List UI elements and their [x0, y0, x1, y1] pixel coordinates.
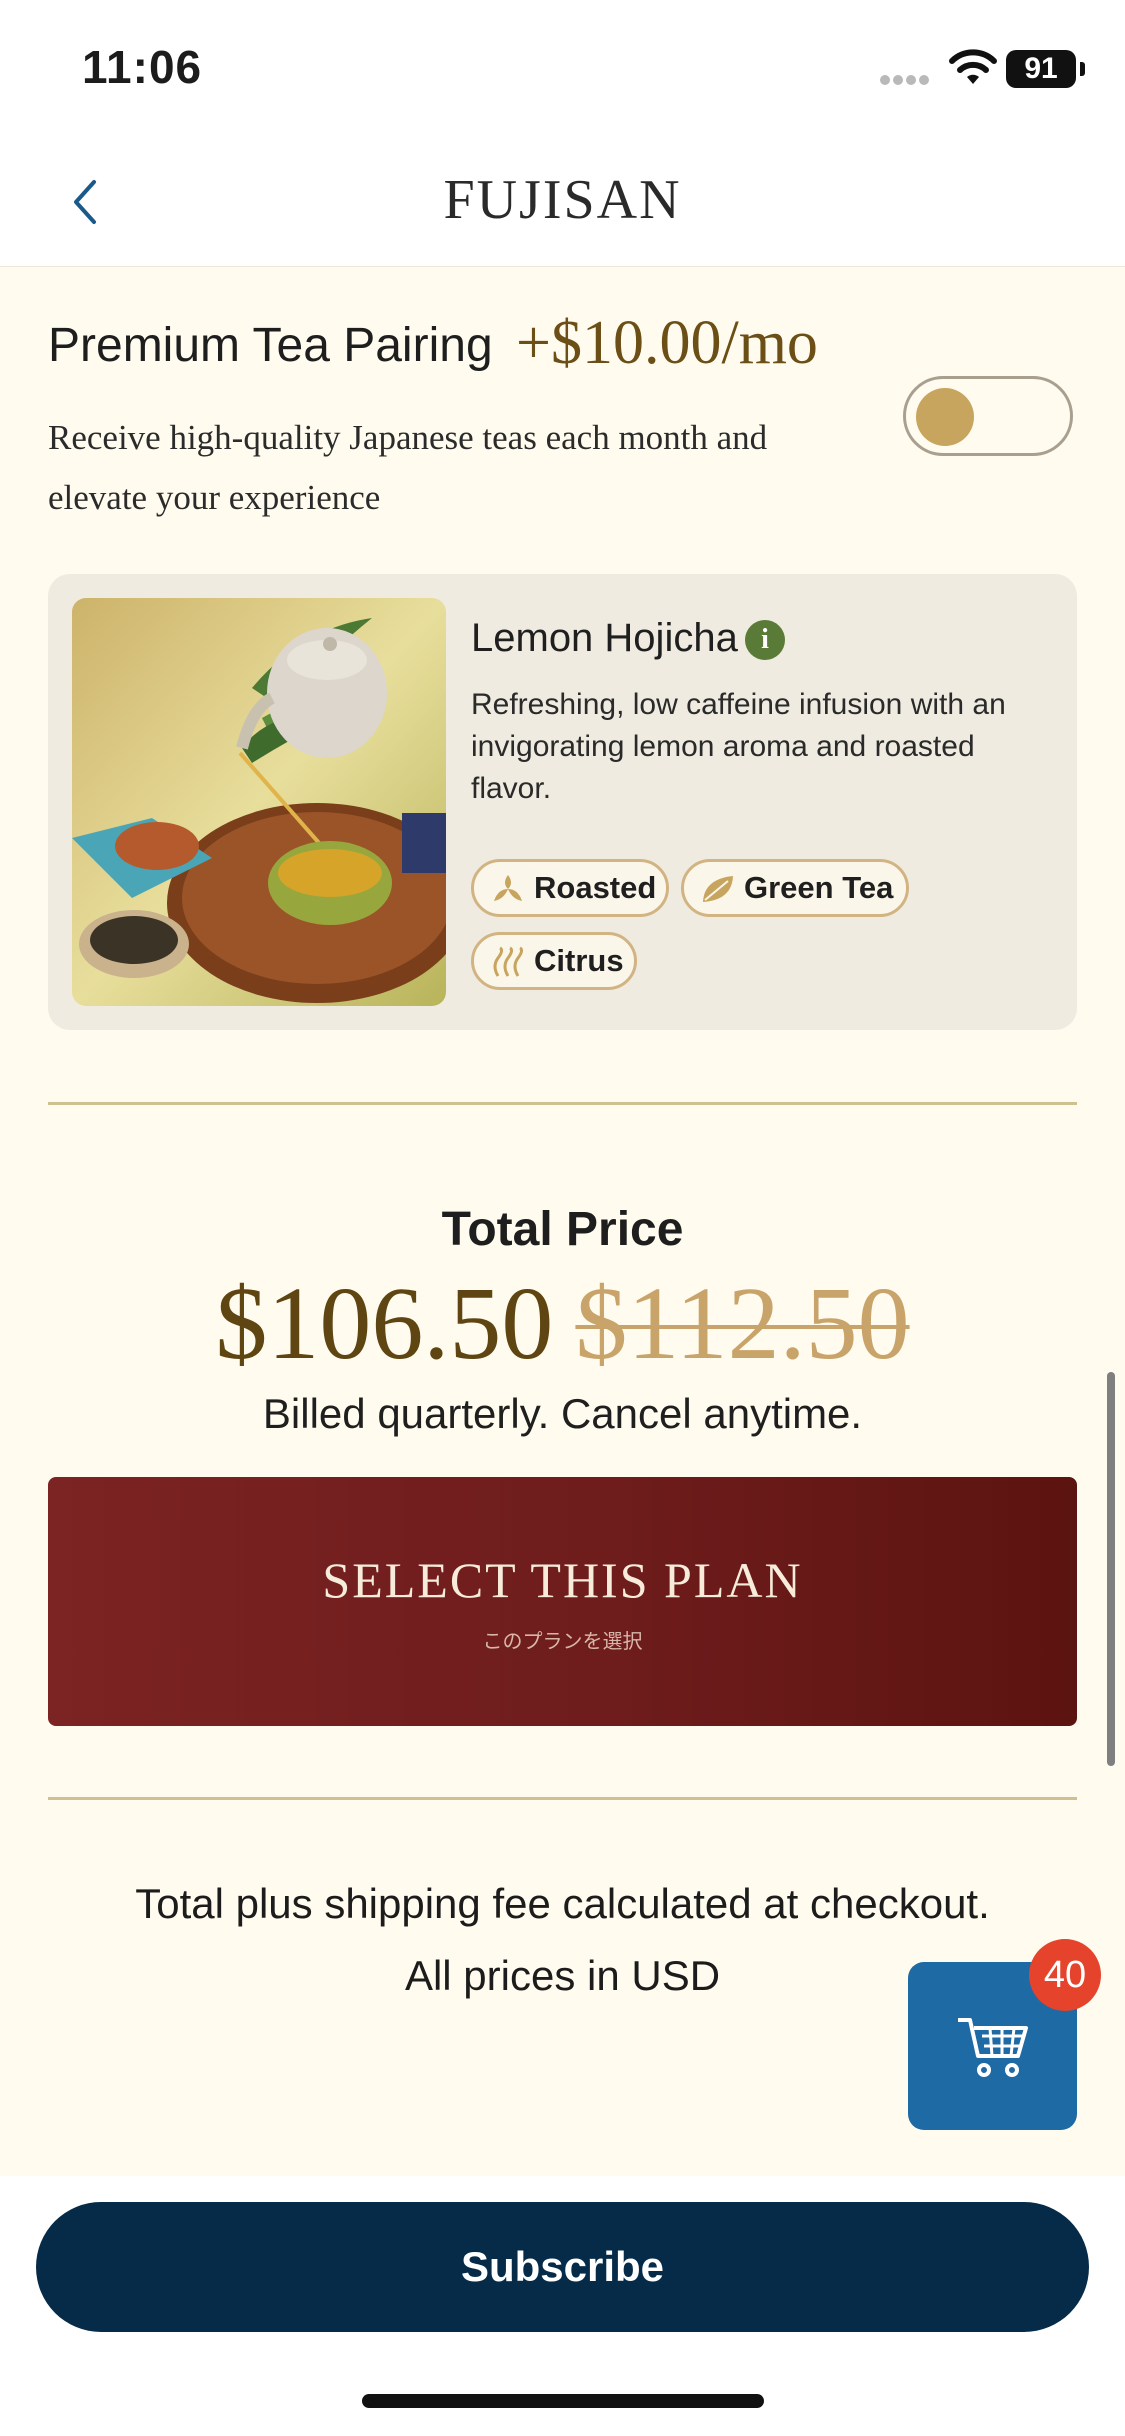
addon-toggle[interactable]	[903, 376, 1073, 456]
select-plan-button[interactable]: SELECT THIS PLAN このプランを選択	[48, 1477, 1077, 1726]
status-bar: 11:06 91	[0, 0, 1125, 140]
wifi-icon	[949, 49, 997, 84]
tag-chip-citrus: Citrus	[471, 932, 637, 990]
nav-bar: FUJISAN	[0, 140, 1125, 267]
citrus-aroma-icon	[493, 946, 524, 977]
tea-name: Lemon Hojicha	[471, 616, 738, 660]
current-price: $106.50	[215, 1266, 554, 1381]
addon-description: Receive high-quality Japanese teas each …	[48, 418, 768, 517]
original-price: $112.50	[575, 1266, 910, 1381]
tea-description: Refreshing, low caffeine infusion with a…	[471, 688, 1006, 805]
tag-label: Roasted	[534, 870, 657, 905]
toggle-knob	[916, 388, 974, 446]
tea-card: Lemon Hojicha i Refreshing, low caffeine…	[48, 574, 1077, 1030]
cellular-signal-icon	[880, 72, 936, 85]
roasted-icon	[494, 875, 522, 901]
subscribe-button[interactable]: Subscribe	[36, 2202, 1089, 2332]
bottom-bar: Subscribe	[0, 2176, 1125, 2436]
select-plan-label: SELECT THIS PLAN	[322, 1552, 803, 1608]
cart-count-badge: 40	[1029, 1939, 1101, 2011]
scrollbar[interactable]	[1107, 1372, 1115, 1766]
home-indicator	[362, 2394, 764, 2408]
info-icon[interactable]: i	[745, 620, 785, 660]
divider	[48, 1102, 1077, 1105]
price-row: $106.50 $112.50	[0, 1264, 1125, 1383]
total-price-label: Total Price	[441, 1203, 684, 1256]
select-plan-sublabel: このプランを選択	[482, 1631, 643, 1653]
billing-note: Billed quarterly. Cancel anytime.	[262, 1390, 863, 1437]
tag-label: Green Tea	[744, 870, 894, 905]
battery-indicator: 91	[1006, 50, 1085, 88]
addon-title: Premium Tea Pairing	[48, 319, 493, 372]
addon-price: +$10.00/mo	[516, 309, 818, 377]
tag-chip-green-tea: Green Tea	[681, 859, 909, 917]
leaf-icon	[703, 876, 733, 902]
tag-label: Citrus	[534, 943, 624, 978]
shipping-note: Total plus shipping fee calculated at ch…	[135, 1880, 990, 1927]
cart-icon	[958, 2018, 1028, 2077]
status-time: 11:06	[82, 41, 203, 93]
tag-chip-roasted: Roasted	[471, 859, 669, 917]
divider	[48, 1797, 1077, 1800]
tea-product-image	[72, 598, 446, 1006]
brand-title: FUJISAN	[443, 169, 682, 231]
